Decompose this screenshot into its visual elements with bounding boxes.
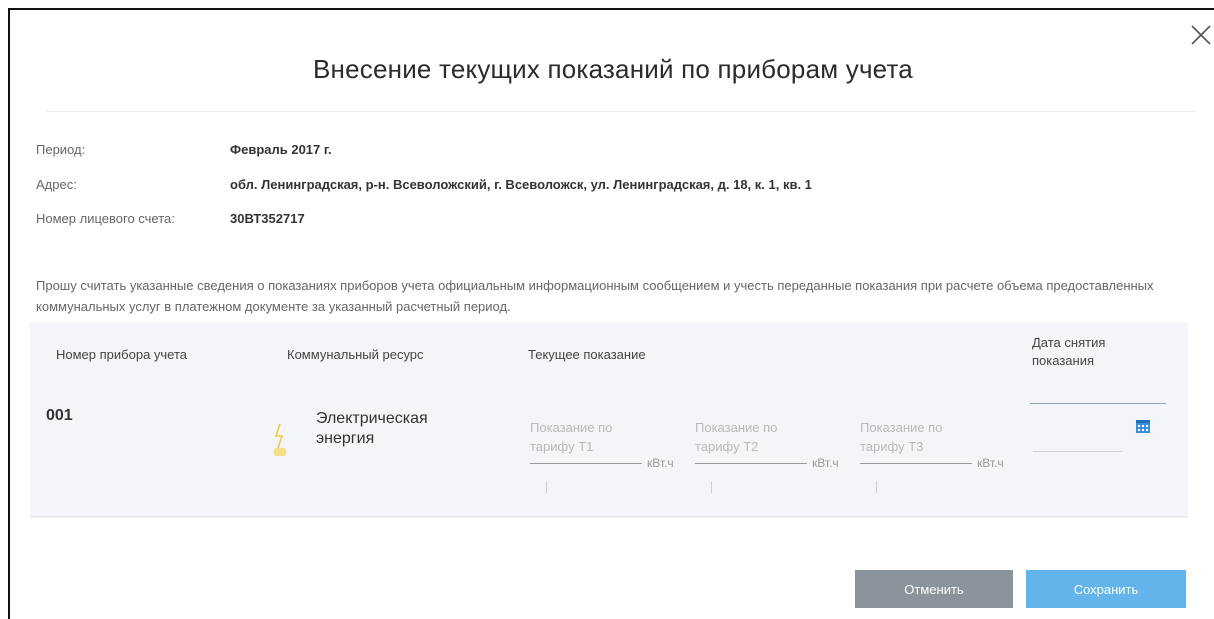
- tariff-t1-field[interactable]: Показание по тарифу Т1 кВт.ч: [530, 418, 680, 498]
- cancel-button[interactable]: Отменить: [855, 570, 1013, 608]
- tariff-t2-placeholder-line1: Показание по: [695, 420, 778, 435]
- dialog-title: Внесение текущих показаний по приборам у…: [313, 54, 913, 84]
- tariff-t1-caret: [546, 481, 547, 493]
- tariff-t3-underline: [860, 463, 972, 464]
- tariff-t2-field[interactable]: Показание по тарифу Т2 кВт.ч: [695, 418, 845, 498]
- header-meter-number: Номер прибора учета: [56, 347, 188, 362]
- date-column-rule: [1030, 403, 1166, 404]
- header-reading-date: Дата снятия показания: [1032, 334, 1105, 370]
- header-current-reading: Текущее показание: [528, 347, 646, 362]
- address-label: Адрес:: [36, 177, 77, 192]
- tariff-t1-input[interactable]: [530, 436, 646, 466]
- calendar-icon[interactable]: [1135, 418, 1151, 434]
- resource-name-line2: энергия: [316, 430, 375, 447]
- meter-number: 001: [46, 407, 73, 424]
- header-reading-date-line2: показания: [1032, 353, 1094, 368]
- tariff-t2-unit: кВт.ч: [812, 456, 839, 470]
- tariff-t3-caret: [876, 481, 877, 493]
- reading-date-input[interactable]: [1033, 420, 1127, 450]
- tariff-t3-input[interactable]: [860, 436, 976, 466]
- reading-date-underline: [1033, 451, 1123, 452]
- account-value: 30ВТ352717: [230, 211, 305, 226]
- lightbulb-icon: [274, 423, 286, 456]
- tariff-t1-unit: кВт.ч: [647, 456, 674, 470]
- account-label: Номер лицевого счета:: [36, 211, 175, 226]
- tariff-t3-placeholder-line1: Показание по: [860, 420, 943, 435]
- close-icon[interactable]: [1188, 22, 1214, 48]
- tariff-t1-placeholder-line1: Показание по: [530, 420, 613, 435]
- resource-name-line1: Электрическая: [316, 410, 428, 427]
- title-divider: [46, 111, 1196, 112]
- tariff-t2-underline: [695, 463, 807, 464]
- table-bottom-divider: [30, 516, 1188, 517]
- address-value: обл. Ленинградская, р-н. Всеволожский, г…: [230, 177, 812, 192]
- header-reading-date-line1: Дата снятия: [1032, 335, 1106, 350]
- tariff-t3-field[interactable]: Показание по тарифу Т3 кВт.ч: [860, 418, 1010, 498]
- tariff-t1-underline: [530, 463, 642, 464]
- tariff-t2-input[interactable]: [695, 436, 811, 466]
- period-value: Февраль 2017 г.: [230, 142, 332, 157]
- save-button[interactable]: Сохранить: [1026, 570, 1186, 608]
- meter-readings-dialog: Внесение текущих показаний по приборам у…: [8, 8, 1214, 619]
- notice-text: Прошу считать указанные сведения о показ…: [36, 278, 1154, 314]
- header-resource: Коммунальный ресурс: [287, 347, 424, 362]
- resource-name: Электрическая энергия: [316, 409, 428, 449]
- tariff-t2-caret: [711, 481, 712, 493]
- tariff-t3-unit: кВт.ч: [977, 456, 1004, 470]
- period-label: Период:: [36, 142, 86, 157]
